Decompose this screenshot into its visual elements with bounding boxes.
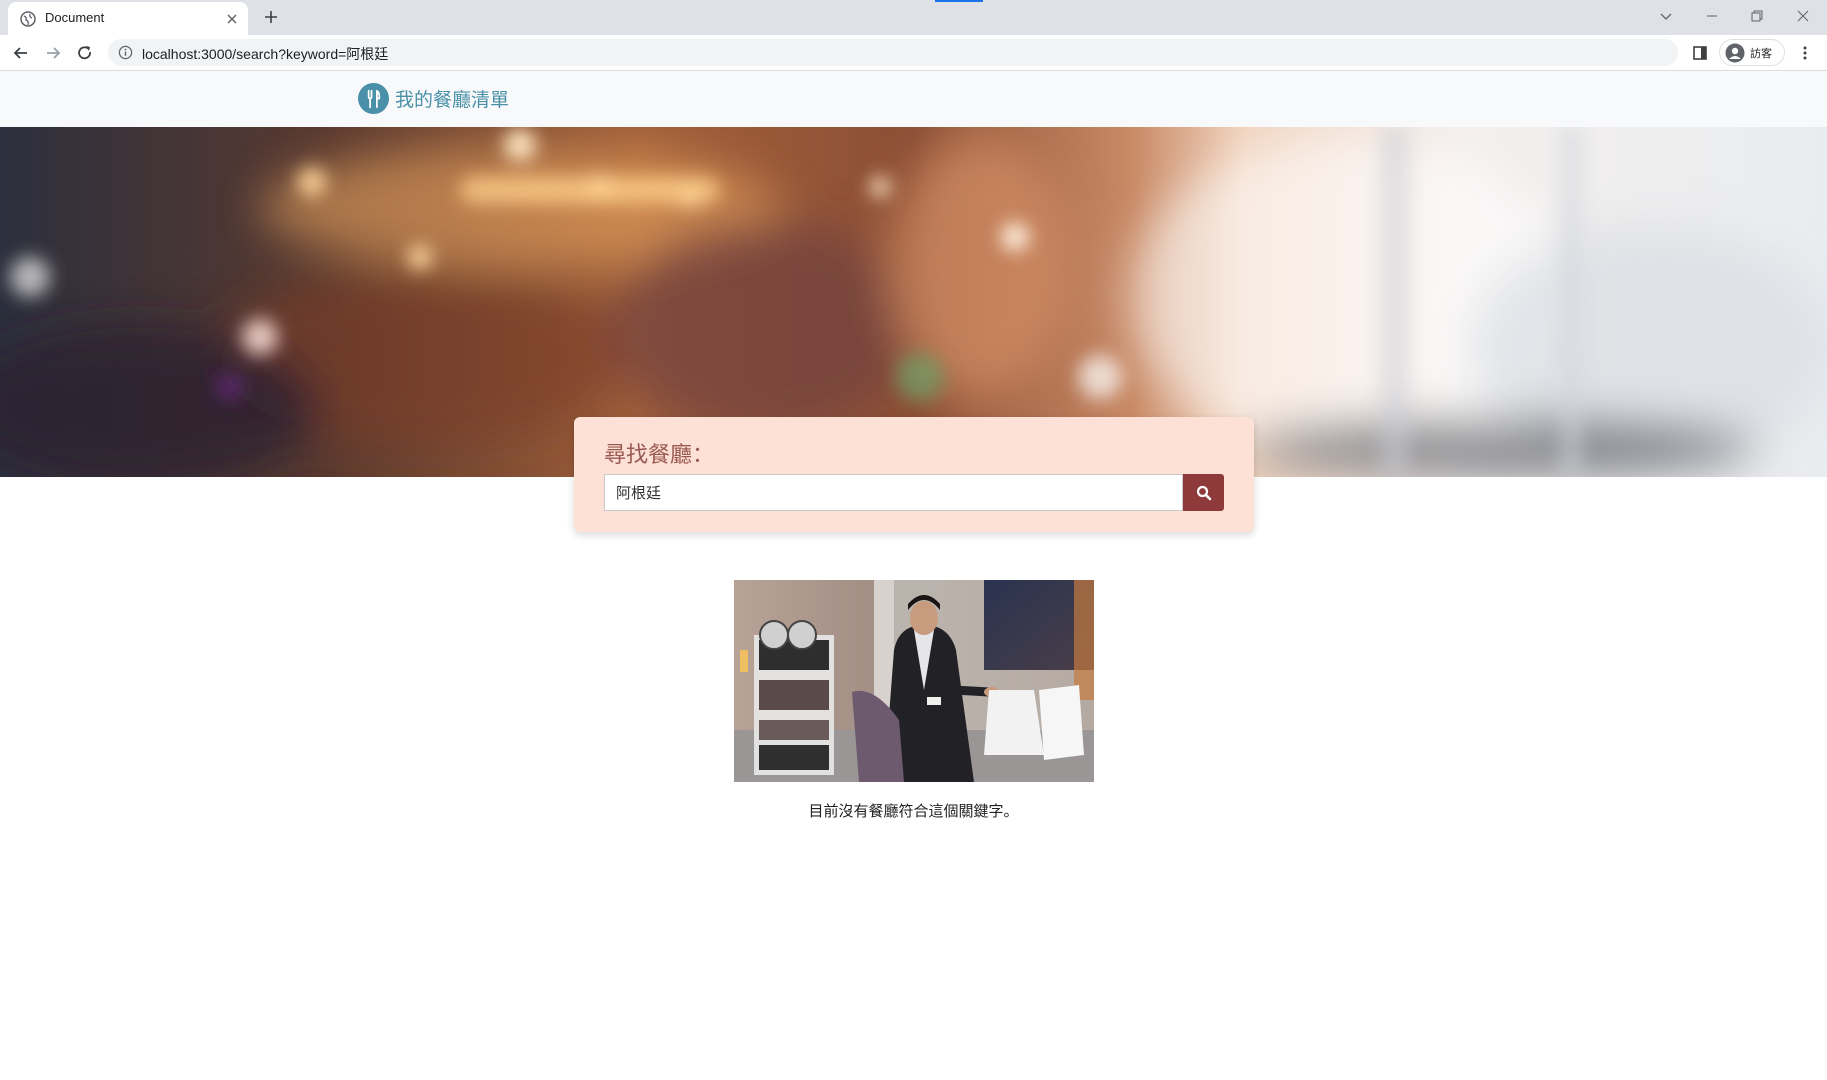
back-icon[interactable] <box>11 43 31 63</box>
close-tab-icon[interactable] <box>224 11 240 27</box>
browser-tab[interactable]: Document <box>8 2 248 35</box>
address-url: localhost:3000/search?keyword=阿根廷 <box>142 46 389 62</box>
profile-button[interactable]: 訪客 <box>1719 39 1785 66</box>
search-title: 尋找餐廳： <box>604 443 715 468</box>
minimize-icon[interactable] <box>1702 6 1722 26</box>
search-icon <box>1196 485 1211 500</box>
no-result-image <box>734 580 1094 782</box>
tab-title: Document <box>45 10 105 25</box>
globe-icon <box>20 11 36 27</box>
browser-toolbar: localhost:3000/search?keyword=阿根廷 訪客 <box>0 35 1827 71</box>
confused-man-image <box>734 580 1094 782</box>
close-window-icon[interactable] <box>1793 6 1813 26</box>
tab-strip-indicator <box>935 0 983 2</box>
reload-icon[interactable] <box>75 43 95 63</box>
brand-text: 我的餐廳清單 <box>395 89 510 111</box>
side-panel-icon[interactable] <box>1691 44 1709 62</box>
avatar-icon <box>1725 43 1745 63</box>
info-icon[interactable] <box>118 45 133 60</box>
search-card: 尋找餐廳： <box>574 417 1254 532</box>
browser-tab-strip: Document <box>0 0 1827 35</box>
site-navbar: 我的餐廳清單 <box>0 71 1827 127</box>
search-button[interactable] <box>1183 474 1224 511</box>
address-bar[interactable]: localhost:3000/search?keyword=阿根廷 <box>108 39 1678 66</box>
search-input[interactable] <box>604 474 1183 511</box>
tab-search-icon[interactable] <box>1656 6 1676 26</box>
restore-icon[interactable] <box>1747 6 1767 26</box>
empty-result-message: 目前沒有餐廳符合這個關鍵字。 <box>808 802 1019 820</box>
profile-label: 訪客 <box>1750 47 1772 60</box>
utensils-icon <box>358 83 389 114</box>
new-tab-icon[interactable] <box>262 8 280 26</box>
forward-icon[interactable] <box>43 43 63 63</box>
more-menu-icon[interactable] <box>1796 44 1814 62</box>
brand-link[interactable]: 我的餐廳清單 <box>358 83 509 114</box>
